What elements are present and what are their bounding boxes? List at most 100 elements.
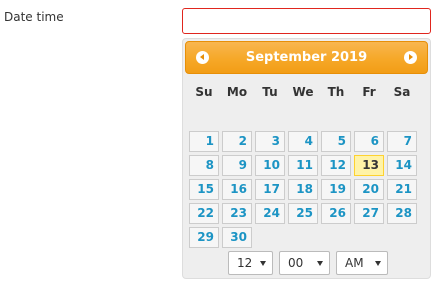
calendar-day[interactable]: 29 bbox=[189, 227, 219, 248]
ampm-select[interactable]: AM bbox=[336, 251, 388, 275]
calendar-empty-cell bbox=[189, 107, 219, 128]
calendar-day[interactable]: 8 bbox=[189, 155, 219, 176]
calendar-day-cell: 20 bbox=[354, 179, 384, 200]
weekday-label: Su bbox=[195, 85, 213, 99]
calendar-day[interactable]: 1 bbox=[189, 131, 219, 152]
calendar-day[interactable]: 14 bbox=[387, 155, 417, 176]
calendar-day[interactable]: 26 bbox=[321, 203, 351, 224]
calendar-day[interactable]: 7 bbox=[387, 131, 417, 152]
minute-select[interactable]: 00 bbox=[279, 251, 330, 275]
calendar-empty-cell bbox=[321, 227, 351, 248]
weekday-label: Sa bbox=[393, 85, 411, 99]
calendar-day-cell: 9 bbox=[222, 155, 252, 176]
calendar-day-cell: 26 bbox=[321, 203, 351, 224]
chevron-right-icon[interactable] bbox=[404, 51, 417, 64]
calendar-day[interactable]: 22 bbox=[189, 203, 219, 224]
ampm-value: AM bbox=[345, 256, 364, 270]
calendar-day-cell: 30 bbox=[222, 227, 252, 248]
calendar-day-cell: 5 bbox=[321, 131, 351, 152]
weekday-label: Fr bbox=[362, 85, 376, 99]
calendar-day[interactable]: 18 bbox=[288, 179, 318, 200]
calendar-day-cell: 16 bbox=[222, 179, 252, 200]
calendar-day[interactable]: 28 bbox=[387, 203, 417, 224]
weekday-label: Mo bbox=[226, 85, 248, 99]
minute-value: 00 bbox=[288, 256, 304, 270]
calendar-day-cell: 4 bbox=[288, 131, 318, 152]
calendar-day[interactable]: 5 bbox=[321, 131, 351, 152]
date-time-label: Date time bbox=[4, 10, 64, 24]
calendar-day[interactable]: 17 bbox=[255, 179, 285, 200]
calendar-empty-cell bbox=[354, 107, 384, 128]
calendar-empty-cell bbox=[222, 107, 252, 128]
weekday-label: Th bbox=[327, 85, 345, 99]
calendar-day-cell: 2 bbox=[222, 131, 252, 152]
datepicker-popup: September 2019 Su Mo Tu We Th Fr Sa 1234… bbox=[182, 38, 431, 279]
calendar-week-row: 29 30 bbox=[189, 227, 417, 248]
calendar-day-cell: 12 bbox=[321, 155, 351, 176]
calendar-day[interactable]: 21 bbox=[387, 179, 417, 200]
calendar-day-cell: 3 bbox=[255, 131, 285, 152]
calendar-day-cell: 17 bbox=[255, 179, 285, 200]
calendar-empty-cell bbox=[354, 227, 384, 248]
calendar-day[interactable]: 11 bbox=[288, 155, 318, 176]
calendar-day[interactable]: 4 bbox=[288, 131, 318, 152]
calendar-week-row bbox=[189, 107, 417, 128]
calendar-day[interactable]: 10 bbox=[255, 155, 285, 176]
calendar-day-cell: 14 bbox=[387, 155, 417, 176]
calendar-day-cell: 10 bbox=[255, 155, 285, 176]
calendar-day-cell: 11 bbox=[288, 155, 318, 176]
calendar-day[interactable]: 9 bbox=[222, 155, 252, 176]
date-time-input[interactable] bbox=[182, 8, 431, 34]
calendar-week-row: 8 9 10 11 12 13 14 bbox=[189, 155, 417, 176]
weekday-label: We bbox=[292, 85, 314, 99]
calendar-day[interactable]: 24 bbox=[255, 203, 285, 224]
calendar-day-cell: 8 bbox=[189, 155, 219, 176]
calendar-day-cell: 6 bbox=[354, 131, 384, 152]
calendar-day-cell: 7 bbox=[387, 131, 417, 152]
caret-down-icon bbox=[260, 261, 266, 266]
calendar-day-cell: 13 bbox=[354, 155, 384, 176]
calendar-day[interactable]: 6 bbox=[354, 131, 384, 152]
calendar-day-cell: 19 bbox=[321, 179, 351, 200]
calendar-day[interactable]: 27 bbox=[354, 203, 384, 224]
calendar-empty-cell bbox=[321, 107, 351, 128]
hour-value: 12 bbox=[237, 256, 253, 270]
calendar-day-cell: 22 bbox=[189, 203, 219, 224]
calendar-day[interactable]: 23 bbox=[222, 203, 252, 224]
datepicker-header: September 2019 bbox=[185, 41, 428, 74]
calendar-day[interactable]: 30 bbox=[222, 227, 252, 248]
caret-down-icon bbox=[375, 261, 381, 266]
calendar-day-cell: 1 bbox=[189, 131, 219, 152]
calendar-week-row: 22 23 24 25 26 27 28 bbox=[189, 203, 417, 224]
calendar-day[interactable]: 20 bbox=[354, 179, 384, 200]
time-picker: 12 00 AM bbox=[228, 251, 388, 275]
calendar-day[interactable]: 25 bbox=[288, 203, 318, 224]
weekday-label: Tu bbox=[262, 85, 278, 99]
month-year-title: September 2019 bbox=[245, 50, 368, 65]
calendar-day-cell: 27 bbox=[354, 203, 384, 224]
weekday-header-row: Su Mo Tu We Th Fr Sa bbox=[189, 80, 417, 104]
calendar-day[interactable]: 16 bbox=[222, 179, 252, 200]
calendar-day[interactable]: 15 bbox=[189, 179, 219, 200]
caret-down-icon bbox=[317, 261, 323, 266]
calendar-day-cell: 18 bbox=[288, 179, 318, 200]
calendar-empty-cell bbox=[387, 107, 417, 128]
calendar-empty-cell bbox=[255, 107, 285, 128]
calendar-day-cell: 28 bbox=[387, 203, 417, 224]
calendar-day[interactable]: 19 bbox=[321, 179, 351, 200]
calendar-day-today[interactable]: 13 bbox=[354, 155, 384, 176]
calendar-grid: Su Mo Tu We Th Fr Sa 1 2 3 4 5 6 7 8 9 10 11 12 13 14… bbox=[186, 77, 420, 251]
calendar-day-cell: 15 bbox=[189, 179, 219, 200]
calendar-day-cell: 21 bbox=[387, 179, 417, 200]
calendar-day[interactable]: 3 bbox=[255, 131, 285, 152]
calendar-day[interactable]: 2 bbox=[222, 131, 252, 152]
calendar-day-cell: 24 bbox=[255, 203, 285, 224]
calendar-empty-cell bbox=[255, 227, 285, 248]
calendar-day-cell: 29 bbox=[189, 227, 219, 248]
calendar-empty-cell bbox=[288, 227, 318, 248]
hour-select[interactable]: 12 bbox=[228, 251, 273, 275]
calendar-day[interactable]: 12 bbox=[321, 155, 351, 176]
calendar-empty-cell bbox=[288, 107, 318, 128]
calendar-day-cell: 23 bbox=[222, 203, 252, 224]
calendar-week-row: 15 16 17 18 19 20 21 bbox=[189, 179, 417, 200]
